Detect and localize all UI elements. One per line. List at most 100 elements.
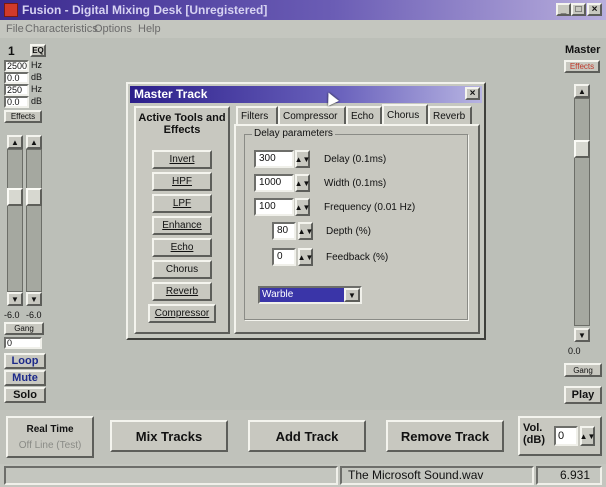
track-strip-1: 1 EQ 2500 Hz 0.0 dB 250 Hz 0.0 dB Effect… — [4, 40, 48, 410]
tab-echo[interactable]: Echo — [346, 106, 382, 124]
menu-file[interactable]: File — [6, 23, 24, 35]
off-line-test-option[interactable]: Off Line (Test) — [10, 438, 90, 452]
window-title-bar[interactable]: Fusion - Digital Mixing Desk [Unregister… — [0, 0, 606, 20]
chevron-down-icon[interactable]: ▼ — [344, 288, 360, 302]
menu-options[interactable]: Options — [94, 23, 132, 35]
level-right-readout: -6.0 — [26, 310, 42, 320]
dialog-title-bar[interactable]: Master Track — [130, 86, 482, 103]
width-input[interactable]: 1000 — [254, 174, 294, 192]
status-duration: 6.931 — [536, 466, 602, 485]
window-title: Fusion - Digital Mixing Desk [Unregister… — [22, 3, 268, 17]
tab-filters[interactable]: Filters — [236, 106, 278, 124]
eq-gain-low[interactable]: 0.0 — [4, 96, 29, 108]
master-track-dialog: Master Track × Active Tools and Effects … — [126, 82, 486, 340]
eq-button[interactable]: EQ — [30, 44, 46, 57]
tool-chorus-button[interactable]: Chorus — [152, 260, 212, 279]
tab-chorus[interactable]: Chorus — [382, 104, 428, 125]
status-pane-empty — [4, 466, 338, 485]
track-number: 1 — [8, 44, 15, 58]
width-label: Width (0.1ms) — [324, 178, 387, 189]
status-bar: The Microsoft Sound.wav 6.931 — [0, 464, 606, 487]
tool-echo-button[interactable]: Echo — [152, 238, 212, 257]
feedback-input[interactable]: 0 — [272, 248, 296, 266]
volume-label: Vol. (dB) — [523, 422, 545, 446]
master-title: Master — [565, 44, 601, 56]
volume-control: Vol. (dB) 0 ▲▼ — [518, 416, 602, 456]
master-fader-up-arrow[interactable]: ▲ — [574, 84, 590, 98]
level-left-readout: -6.0 — [4, 310, 20, 320]
tool-enhance-button[interactable]: Enhance — [152, 216, 212, 235]
group-label: Delay parameters — [252, 128, 335, 139]
menu-bar: File Characteristics Options Help — [0, 20, 606, 38]
unit-db: dB — [31, 96, 43, 106]
fader-left-thumb[interactable] — [7, 188, 23, 206]
master-strip: Master Effects ▲ ▼ 0.0 Gang Play — [562, 40, 604, 410]
frequency-input[interactable]: 100 — [254, 198, 294, 216]
tool-lpf-button[interactable]: LPF — [152, 194, 212, 213]
width-spinner[interactable]: ▲▼ — [295, 174, 310, 192]
unit-hz: Hz — [31, 84, 42, 94]
menu-characteristics[interactable]: Characteristics — [25, 23, 98, 35]
fader-left-down-arrow[interactable]: ▼ — [7, 292, 23, 306]
play-button[interactable]: Play — [564, 386, 602, 404]
eq-gain-high[interactable]: 0.0 — [4, 72, 29, 84]
fader-right-track[interactable] — [26, 149, 42, 292]
tool-compressor-button[interactable]: Compressor — [148, 304, 216, 323]
mode-toggle-group: Real Time Off Line (Test) — [6, 416, 94, 458]
master-level-readout: 0.0 — [568, 346, 581, 356]
fader-right-thumb[interactable] — [26, 188, 42, 206]
minimize-button[interactable]: _ — [556, 3, 571, 16]
fader-left-track[interactable] — [7, 149, 23, 292]
tool-invert-button[interactable]: Invert — [152, 150, 212, 169]
gang-value-field[interactable]: 0 — [4, 337, 42, 349]
delay-label: Delay (0.1ms) — [324, 154, 387, 165]
mode-select[interactable]: Warble ▼ — [258, 286, 362, 304]
dialog-close-button[interactable]: × — [465, 87, 480, 100]
delay-spinner[interactable]: ▲▼ — [295, 150, 310, 168]
tool-hpf-button[interactable]: HPF — [152, 172, 212, 191]
status-file-name: The Microsoft Sound.wav — [340, 466, 534, 485]
solo-button[interactable]: Solo — [4, 387, 46, 403]
add-track-button[interactable]: Add Track — [248, 420, 366, 452]
tab-compressor[interactable]: Compressor — [278, 106, 346, 124]
master-gang-button[interactable]: Gang — [564, 363, 602, 377]
depth-spinner[interactable]: ▲▼ — [298, 222, 313, 240]
delay-input[interactable]: 300 — [254, 150, 294, 168]
fader-left-up-arrow[interactable]: ▲ — [7, 135, 23, 149]
mix-tracks-button[interactable]: Mix Tracks — [110, 420, 228, 452]
active-tools-heading: Active Tools and Effects — [138, 112, 226, 136]
master-fader-down-arrow[interactable]: ▼ — [574, 328, 590, 342]
master-effects-button[interactable]: Effects — [564, 60, 600, 73]
depth-input[interactable]: 80 — [272, 222, 296, 240]
unit-db: dB — [31, 72, 43, 82]
close-button[interactable]: × — [587, 3, 602, 16]
gang-button[interactable]: Gang — [4, 322, 44, 335]
bottom-controls: Real Time Off Line (Test) Mix Tracks Add… — [0, 410, 606, 464]
eq-freq-low[interactable]: 250 — [4, 84, 29, 96]
tool-reverb-button[interactable]: Reverb — [152, 282, 212, 301]
fader-right-down-arrow[interactable]: ▼ — [26, 292, 42, 306]
maximize-button[interactable]: □ — [571, 3, 586, 16]
dialog-title: Master Track — [134, 87, 208, 101]
frequency-label: Frequency (0.01 Hz) — [324, 202, 416, 213]
eq-freq-high[interactable]: 2500 — [4, 60, 29, 72]
unit-hz: Hz — [31, 60, 42, 70]
effects-button[interactable]: Effects — [4, 110, 42, 123]
feedback-spinner[interactable]: ▲▼ — [298, 248, 313, 266]
mute-button[interactable]: Mute — [4, 370, 46, 386]
remove-track-button[interactable]: Remove Track — [386, 420, 504, 452]
active-tools-panel: Active Tools and Effects Invert HPF LPF … — [134, 106, 230, 334]
depth-label: Depth (%) — [326, 226, 372, 237]
fader-right-up-arrow[interactable]: ▲ — [26, 135, 42, 149]
frequency-spinner[interactable]: ▲▼ — [295, 198, 310, 216]
chorus-tab-panel: Delay parameters 300 ▲▼ Delay (0.1ms) 10… — [234, 124, 480, 334]
volume-input[interactable]: 0 — [554, 426, 578, 446]
app-icon[interactable] — [4, 3, 18, 17]
tab-reverb[interactable]: Reverb — [428, 106, 472, 124]
real-time-option[interactable]: Real Time — [10, 422, 90, 436]
volume-spinner[interactable]: ▲▼ — [580, 426, 595, 446]
menu-help[interactable]: Help — [138, 23, 161, 35]
master-fader-thumb[interactable] — [574, 140, 590, 158]
loop-button[interactable]: Loop — [4, 353, 46, 369]
master-fader-track[interactable] — [574, 98, 590, 326]
